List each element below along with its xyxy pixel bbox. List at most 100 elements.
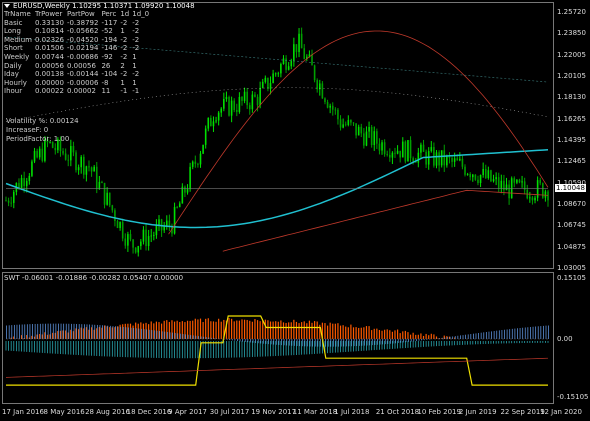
candle-body <box>521 181 523 183</box>
trend-cell: Perc <box>101 10 117 18</box>
candle-body <box>407 140 409 162</box>
candle-body <box>394 152 396 154</box>
candle-body <box>500 180 503 189</box>
trend-cell: -0.00144 <box>66 70 99 79</box>
candle-body <box>228 96 230 116</box>
indicator-tick-label: 0.15105 <box>557 274 586 282</box>
candle-body <box>355 123 357 136</box>
candle-body <box>352 122 355 124</box>
trend-cell: 1d_0 <box>132 10 150 18</box>
time-tick-label: 11 Mar 2018 <box>292 408 338 416</box>
candle-body <box>399 150 401 158</box>
time-tick-label: 8 May 2016 <box>43 408 85 416</box>
trend-cell: 1d <box>120 10 130 18</box>
candle-body <box>220 108 223 113</box>
time-tick-label: 18 Dec 2016 <box>126 408 172 416</box>
candle-body <box>542 183 544 198</box>
candle-body <box>383 142 386 155</box>
trend-cell: -0.05662 <box>66 27 99 36</box>
candle-body <box>505 184 508 191</box>
candle-body <box>295 44 298 53</box>
candle-body <box>350 119 352 123</box>
candle-body <box>127 234 129 246</box>
trend-cell: -92 <box>101 52 113 61</box>
trend-cell: PartPow <box>66 10 95 18</box>
candle-body <box>363 133 365 146</box>
trend-cell: -117 <box>101 18 118 27</box>
trend-cell: 0.00056 <box>66 61 96 70</box>
candle-body <box>184 186 186 193</box>
dropdown-arrow-icon[interactable] <box>4 4 10 8</box>
candle-body <box>75 152 77 171</box>
trend-cell: 1 <box>120 27 125 36</box>
trend-cell: TrPower <box>35 10 63 18</box>
candle-body <box>108 192 111 206</box>
candle-body <box>155 225 158 236</box>
trend-cell: 1 <box>132 78 137 87</box>
trend-cell: -0.04520 <box>66 35 99 44</box>
candle-body <box>38 148 41 158</box>
candle-body <box>62 151 64 154</box>
trend-cell: -2 <box>120 18 128 27</box>
trend-row: Weekly 0.00744 -0.00686 -92 -2 1 <box>4 53 152 62</box>
candle-body <box>28 175 31 181</box>
candle-body <box>168 220 171 227</box>
candle-body <box>178 203 181 208</box>
candle-body <box>342 124 344 128</box>
candle-body <box>225 96 228 100</box>
candle-body <box>103 182 106 205</box>
candle-body <box>420 144 422 153</box>
candle-body <box>230 100 233 116</box>
trend-cell: -2 <box>120 52 128 61</box>
candle-body <box>5 200 7 202</box>
candle-body <box>233 100 236 110</box>
trend-cell: -1 <box>132 87 140 96</box>
candle-body <box>321 83 324 99</box>
candle-body <box>300 33 303 49</box>
price-tick-label: 1.08670 <box>557 200 586 208</box>
candle-body <box>153 235 155 236</box>
indicator-red-line <box>5 357 549 378</box>
candle-body <box>466 174 469 175</box>
candle-body <box>290 60 293 67</box>
candle-body <box>261 81 264 88</box>
trend-cell: -8 <box>101 78 109 87</box>
trend-cell: Ihour <box>4 87 23 96</box>
trend-cell: 0.01506 <box>35 44 64 53</box>
candle-body <box>274 73 277 75</box>
trend-cell: 0.33130 <box>35 18 64 27</box>
candle-body <box>254 94 256 97</box>
candle-body <box>246 91 248 106</box>
candle-body <box>41 148 44 161</box>
candle-body <box>422 144 425 152</box>
time-tick-label: 9 Apr 2017 <box>168 408 207 416</box>
trend-cell: -0.00686 <box>66 52 99 61</box>
price-tick-label: 1.25720 <box>557 8 586 16</box>
trend-cell: -2 <box>132 44 140 53</box>
candle-body <box>510 178 513 199</box>
candle-body <box>85 166 88 175</box>
candle-body <box>264 77 267 82</box>
trend-cell: 1 <box>120 78 125 87</box>
candle-body <box>119 221 121 229</box>
candle-body <box>147 236 150 246</box>
candle-body <box>401 141 404 158</box>
candle-body <box>477 179 479 183</box>
trend-cell: 0.00022 <box>35 87 64 96</box>
candle-body <box>435 152 438 166</box>
trend-cell: -2 <box>132 70 140 79</box>
candle-body <box>313 65 316 81</box>
candle-body <box>95 166 98 189</box>
candle-body <box>492 179 495 182</box>
time-tick-label: 28 Aug 2016 <box>85 408 130 416</box>
candle-body <box>409 140 412 159</box>
trend-cell: 1 <box>132 52 137 61</box>
candle-body <box>277 73 280 75</box>
time-tick-label: 22 Sep 2019 <box>500 408 545 416</box>
candle-body <box>417 152 420 163</box>
candle-body <box>210 117 212 127</box>
candle-body <box>186 189 189 193</box>
price-tick-label: 1.12465 <box>557 157 586 166</box>
candle-body <box>241 96 243 101</box>
chart-window[interactable]: EURUSD,Weekly 1.10295 1.10371 1.09920 1.… <box>0 0 590 421</box>
